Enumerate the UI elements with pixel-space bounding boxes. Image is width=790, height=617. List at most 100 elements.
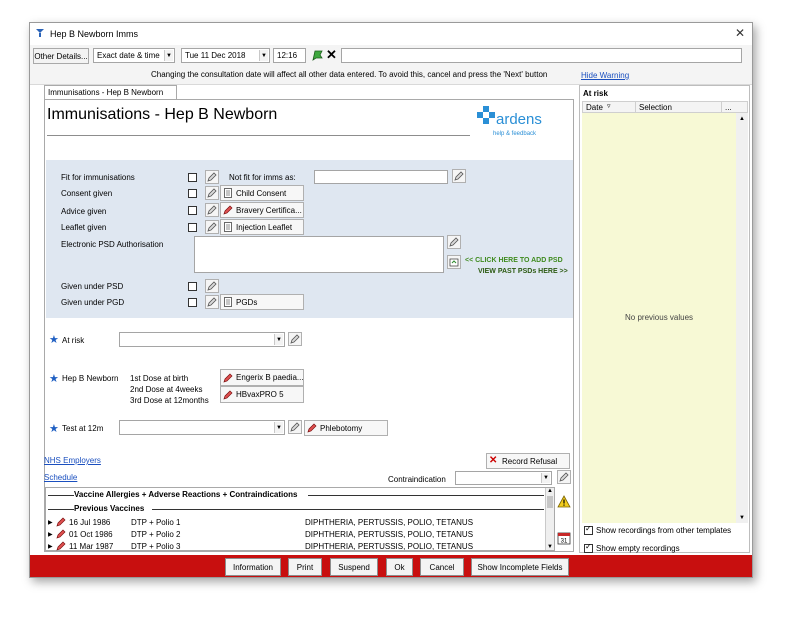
show-empty-checkbox[interactable]: ✓ (584, 542, 593, 553)
child-consent-button[interactable]: Child Consent (220, 185, 304, 201)
consent-checkbox[interactable] (188, 189, 197, 198)
fit-checkbox[interactable] (188, 173, 197, 182)
column-divider (635, 101, 636, 113)
section-rule (308, 495, 544, 496)
pencil-icon[interactable] (205, 295, 219, 309)
at-risk-panel-title: At risk (583, 89, 608, 98)
date-select[interactable]: Tue 11 Dec 2018 ▼ (181, 48, 270, 63)
pencil-icon[interactable] (557, 470, 571, 484)
hide-warning-link[interactable]: Hide Warning (581, 71, 629, 80)
help-feedback-link[interactable]: help & feedback (493, 131, 536, 137)
nhs-employers-link[interactable]: NHS Employers (44, 456, 101, 465)
row-date: 11 Mar 1987 (69, 541, 114, 551)
leaflet-checkbox[interactable] (188, 223, 197, 232)
date-value: Tue 11 Dec 2018 (185, 51, 246, 60)
table-row[interactable]: ▶ 01 Oct 1986 DTP + Polio 2 DIPHTHERIA, … (48, 528, 543, 540)
panel-scrollbar[interactable]: ▲ ▼ (736, 113, 748, 523)
calendar-icon[interactable]: 31 (557, 531, 571, 545)
view-psd-link[interactable]: VIEW PAST PSDs HERE >> (478, 268, 568, 275)
column-more[interactable]: ... (725, 103, 732, 112)
title-divider (47, 135, 470, 136)
ardens-logo[interactable]: ardens (496, 111, 542, 128)
date-mode-select[interactable]: Exact date & time ▼ (93, 48, 175, 63)
pgds-button[interactable]: PGDs (220, 294, 304, 310)
column-selection[interactable]: Selection (639, 103, 672, 112)
print-button[interactable]: Print (288, 558, 322, 576)
engerix-button[interactable]: Engerix B paedia... (220, 369, 304, 386)
table-row[interactable]: ▶ 16 Jul 1986 DTP + Polio 1 DIPHTHERIA, … (48, 516, 543, 528)
pencil-icon[interactable] (205, 220, 219, 234)
injection-label: Injection Leaflet (236, 222, 293, 232)
pencil-icon[interactable] (205, 203, 219, 217)
expand-icon[interactable]: ▶ (48, 531, 56, 538)
star-icon: ★ (49, 373, 59, 385)
previous-vaccines-header: Previous Vaccines (74, 504, 145, 513)
show-other-label: Show recordings from other templates (596, 526, 732, 535)
consent-label: Consent given (61, 189, 113, 198)
star-icon: ★ (49, 334, 59, 346)
expand-icon[interactable]: ▶ (48, 543, 56, 550)
warning-icon[interactable] (557, 495, 571, 508)
add-psd-link[interactable]: << CLICK HERE TO ADD PSD (465, 257, 563, 264)
add-psd-icon[interactable] (447, 255, 461, 269)
sort-icon[interactable]: ▿ (607, 102, 611, 110)
schedule-link[interactable]: Schedule (44, 473, 77, 482)
time-input[interactable]: 12:16 (273, 48, 306, 63)
close-icon[interactable]: ✕ (735, 26, 745, 40)
test-select[interactable]: ▼ (119, 420, 285, 435)
eauth-label: Electronic PSD Authorisation (61, 240, 164, 249)
show-incomplete-button[interactable]: Show Incomplete Fields (471, 558, 569, 576)
phlebotomy-button[interactable]: Phlebotomy (304, 420, 388, 436)
record-refusal-button[interactable]: ✕ Record Refusal (486, 453, 570, 469)
show-other-checkbox[interactable]: ✓ (584, 524, 593, 535)
title-bar (30, 23, 752, 45)
scroll-down-icon[interactable]: ▼ (736, 515, 748, 521)
syringe-icon (56, 517, 66, 527)
syringe-icon (307, 423, 317, 433)
expand-icon[interactable]: ▶ (48, 519, 56, 526)
fit-label: Fit for immunisations (61, 173, 135, 182)
pencil-icon[interactable] (205, 186, 219, 200)
column-divider (721, 101, 722, 113)
check-icon: ✓ (585, 524, 592, 533)
injection-leaflet-button[interactable]: Injection Leaflet (220, 219, 304, 235)
section-rule (152, 509, 544, 510)
pencil-icon[interactable] (447, 235, 461, 249)
scroll-up-icon[interactable]: ▲ (736, 113, 748, 122)
consultation-text-input[interactable] (341, 48, 742, 63)
information-button[interactable]: Information (225, 558, 281, 576)
pencil-icon[interactable] (288, 420, 302, 434)
row-vaccine: DTP + Polio 3 (131, 541, 181, 551)
at-risk-select[interactable]: ▼ (119, 332, 285, 347)
flag-icon[interactable] (311, 48, 325, 62)
chevron-down-icon: ▼ (274, 334, 283, 345)
history-grid[interactable]: Vaccine Allergies + Adverse Reactions + … (45, 487, 555, 551)
ardens-logo-icon (476, 105, 496, 125)
cancel-button[interactable]: Cancel (420, 558, 464, 576)
ok-button[interactable]: Ok (386, 558, 413, 576)
suspend-button[interactable]: Suspend (330, 558, 378, 576)
child-consent-label: Child Consent (236, 188, 287, 198)
not-fit-input[interactable] (314, 170, 448, 184)
scroll-thumb[interactable] (547, 496, 553, 508)
history-scrollbar[interactable]: ▲ ▼ (545, 488, 554, 550)
other-details-button[interactable]: Other Details... (33, 48, 89, 64)
psd-checkbox[interactable] (188, 282, 197, 291)
clear-icon[interactable]: ✕ (326, 47, 337, 63)
pencil-icon[interactable] (288, 332, 302, 346)
pencil-icon[interactable] (452, 169, 466, 183)
contraindication-select[interactable]: ▼ (455, 471, 552, 485)
table-row[interactable]: ▶ 11 Mar 1987 DTP + Polio 3 DIPHTHERIA, … (48, 540, 543, 552)
advice-checkbox[interactable] (188, 206, 197, 215)
pgd-checkbox[interactable] (188, 298, 197, 307)
scroll-up-icon[interactable]: ▲ (546, 488, 554, 494)
pencil-icon[interactable] (205, 170, 219, 184)
bravery-certificate-button[interactable]: Bravery Certifica... (220, 202, 304, 218)
not-fit-label: Not fit for imms as: (229, 173, 296, 182)
eauth-textarea[interactable] (194, 236, 444, 273)
tab-immunisations[interactable]: Immunisations - Hep B Newborn (44, 85, 177, 99)
column-date[interactable]: Date (586, 103, 603, 112)
hbvaxpro-button[interactable]: HBvaxPRO 5 (220, 386, 304, 403)
scroll-down-icon[interactable]: ▼ (546, 544, 554, 550)
pencil-icon[interactable] (205, 279, 219, 293)
